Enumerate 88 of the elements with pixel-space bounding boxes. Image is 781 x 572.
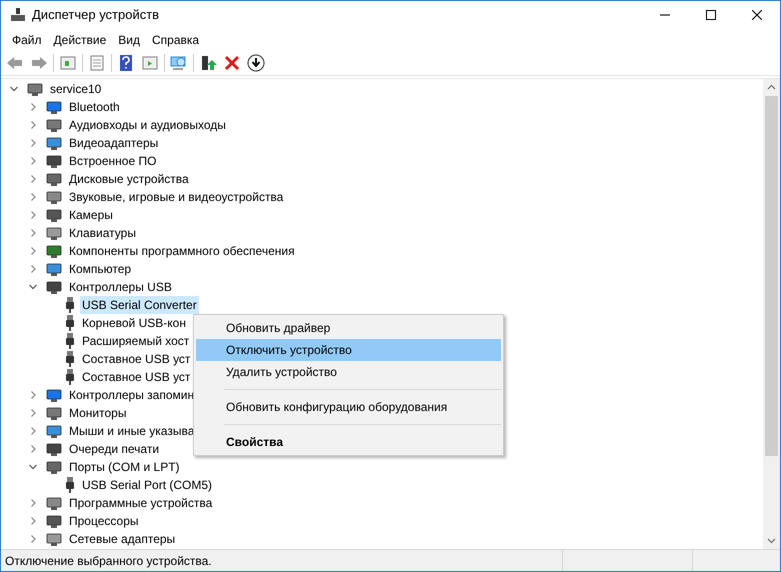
device-icon (46, 117, 62, 133)
device-icon (46, 207, 62, 223)
device-icon (46, 459, 62, 475)
device-icon (46, 189, 62, 205)
tree-item[interactable]: USB Serial Converter (80, 296, 199, 314)
device-icon (46, 279, 62, 295)
device-icon (46, 243, 62, 259)
device-icon (46, 99, 62, 115)
device-icon (46, 135, 62, 151)
tree-item[interactable]: USB Serial Port (COM5) (80, 476, 214, 494)
chevron-right-icon[interactable] (28, 174, 38, 184)
chevron-down-icon[interactable] (9, 84, 19, 94)
usb-plug-icon (65, 297, 75, 313)
tree-item[interactable]: Очереди печати (67, 440, 162, 458)
device-icon (46, 171, 62, 187)
chevron-right-icon[interactable] (28, 228, 38, 238)
chevron-right-icon[interactable] (28, 138, 38, 148)
device-icon (46, 441, 62, 457)
device-icon (46, 153, 62, 169)
usb-plug-icon (65, 333, 75, 349)
close-icon (752, 10, 762, 20)
menu-item[interactable]: Обновить драйвер (196, 317, 501, 339)
tree-item[interactable]: Контроллеры USB (67, 278, 174, 296)
tree-item[interactable]: Компоненты программного обеспечения (67, 242, 297, 260)
device-icon (46, 405, 62, 421)
tree-item[interactable]: Bluetooth (67, 98, 122, 116)
tree-item[interactable]: Дисковые устройства (67, 170, 191, 188)
maximize-icon (706, 10, 716, 20)
computer-icon (10, 7, 26, 23)
tree-item[interactable]: Составное USB уст (80, 350, 192, 368)
chevron-right-icon[interactable] (28, 156, 38, 166)
chevron-right-icon[interactable] (28, 264, 38, 274)
scrollbar-thumb[interactable] (765, 96, 778, 456)
device-icon (46, 423, 62, 439)
chevron-right-icon[interactable] (28, 408, 38, 418)
tree-item[interactable]: Составное USB уст (80, 368, 192, 386)
device-icon (46, 513, 62, 529)
menu-item[interactable]: Действие (48, 30, 112, 50)
menu-item[interactable]: Отключить устройство (196, 339, 501, 361)
chevron-right-icon[interactable] (28, 102, 38, 112)
tree-item[interactable]: Мониторы (67, 404, 128, 422)
chevron-right-icon[interactable] (28, 390, 38, 400)
tree-item[interactable]: Клавиатуры (67, 224, 138, 242)
menu-item[interactable]: Свойства (196, 431, 501, 453)
tree-item[interactable]: Звуковые, игровые и видеоустройства (67, 188, 286, 206)
tree-item[interactable]: Видеоадаптеры (67, 134, 160, 152)
chevron-right-icon[interactable] (28, 498, 38, 508)
chevron-right-icon[interactable] (28, 444, 38, 454)
device-icon (46, 387, 62, 403)
tree-item[interactable]: Расширяемый хост (80, 332, 192, 350)
chevron-down-icon[interactable] (28, 462, 38, 472)
usb-plug-icon (65, 315, 75, 331)
tree-item[interactable]: service10 (48, 80, 104, 98)
tree-item[interactable]: Камеры (67, 206, 115, 224)
chevron-right-icon[interactable] (28, 120, 38, 130)
chevron-right-icon[interactable] (28, 534, 38, 544)
tree-item[interactable]: Контроллеры запомин (67, 386, 196, 404)
tree-item[interactable]: Порты (COM и LPT) (67, 458, 182, 476)
tree-item[interactable]: Процессоры (67, 512, 140, 530)
status-text: Отключение выбранного устройства. (4, 552, 213, 570)
menu-item[interactable]: Файл (6, 30, 48, 50)
window-title: Диспетчер устройств (32, 6, 160, 24)
scrollbar[interactable] (763, 79, 780, 549)
chevron-right-icon[interactable] (28, 516, 38, 526)
device-icon (27, 81, 43, 97)
chevron-right-icon[interactable] (28, 192, 38, 202)
device-icon (46, 261, 62, 277)
usb-plug-icon (65, 369, 75, 385)
tree-item[interactable]: Аудиовходы и аудиовыходы (67, 116, 228, 134)
menu-item[interactable]: Справка (146, 30, 206, 50)
tree-item[interactable]: Мыши и иные указыва (67, 422, 196, 440)
tree-item[interactable]: Встроенное ПО (67, 152, 158, 170)
tree-item[interactable]: Корневой USB-кон (80, 314, 188, 332)
device-icon (46, 225, 62, 241)
chevron-down-icon[interactable] (28, 282, 38, 292)
chevron-right-icon[interactable] (28, 246, 38, 256)
tree-item[interactable]: Компьютер (67, 260, 134, 278)
device-icon (46, 531, 62, 547)
menu-item[interactable]: Удалить устройство (196, 361, 501, 383)
usb-plug-icon (65, 477, 75, 493)
device-icon (46, 495, 62, 511)
tree-item[interactable]: Программные устройства (67, 494, 214, 512)
tree-item[interactable]: Сетевые адаптеры (67, 530, 178, 548)
chevron-right-icon[interactable] (28, 426, 38, 436)
menu-item[interactable]: Обновить конфигурацию оборудования (196, 396, 501, 418)
usb-plug-icon (65, 351, 75, 367)
chevron-right-icon[interactable] (28, 210, 38, 220)
menu-item[interactable]: Вид (112, 30, 146, 50)
